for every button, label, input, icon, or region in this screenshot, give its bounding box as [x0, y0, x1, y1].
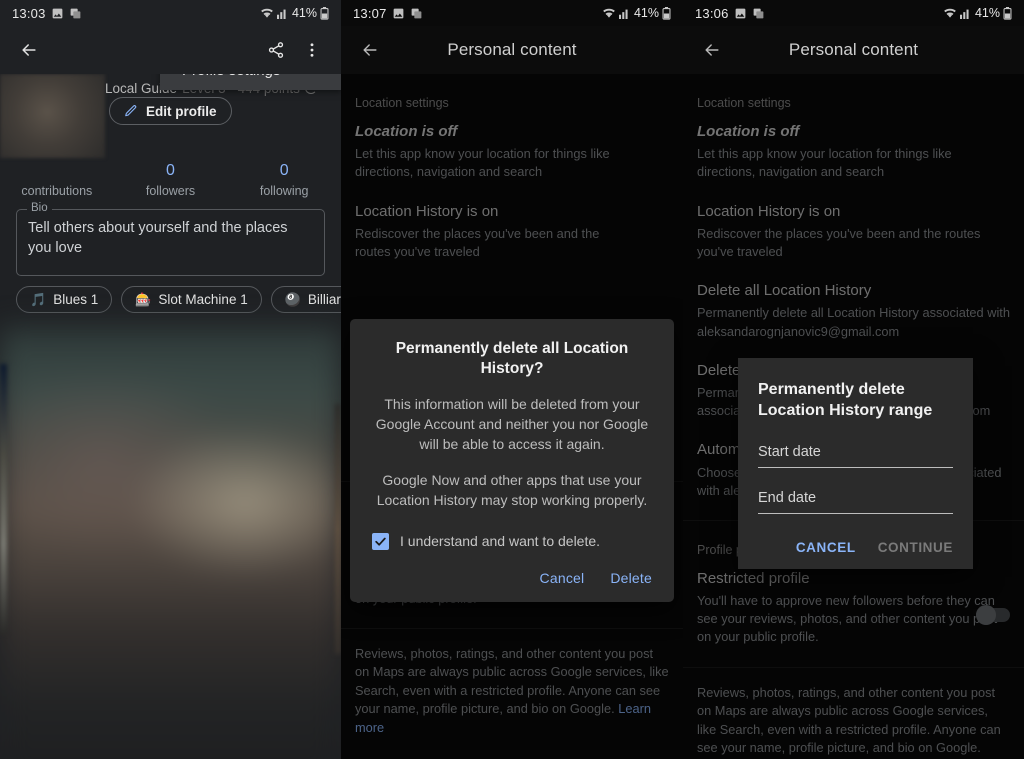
start-date-field[interactable]: Start date [758, 444, 953, 468]
chip-billiards-label: Billiards 1 [307, 292, 341, 307]
dialog-title: Permanently delete all Location History? [395, 340, 629, 378]
chip-billiards[interactable]: 🎱 Billiards 1 [270, 286, 341, 313]
settings-list: Location settings Location is off Let th… [683, 74, 1024, 759]
status-right: 41% [260, 6, 329, 20]
stat-contributions-value [0, 160, 114, 182]
signal-icon [959, 7, 972, 19]
page-title: Personal content [447, 40, 577, 59]
wifi-icon [943, 7, 957, 19]
app-bar-profile [0, 26, 341, 74]
status-left: 13:06 [695, 6, 765, 21]
start-date-label: Start date [758, 443, 821, 460]
back-arrow-icon[interactable] [695, 33, 729, 67]
multi-window-icon [410, 7, 423, 20]
bio-field[interactable]: Bio Tell others about yourself and the p… [16, 202, 325, 276]
app-bar-personal-content: Personal content [341, 26, 683, 74]
stat-contributions-label: contributions [21, 184, 93, 198]
chip-slot-machine-label: Slot Machine 1 [158, 292, 248, 307]
status-left: 13:03 [12, 6, 82, 21]
battery-icon [320, 6, 329, 20]
more-vert-icon[interactable] [295, 33, 329, 67]
chip-blues-label: Blues 1 [53, 292, 99, 307]
delete-location-history-range-dialog: Permanently delete Location History rang… [738, 358, 973, 569]
slot-machine-icon: 🎰 [135, 292, 152, 307]
pencil-icon [124, 104, 138, 118]
back-arrow-icon[interactable] [12, 33, 46, 67]
status-bar: 13:03 41% [0, 0, 341, 26]
cancel-button[interactable]: CANCEL [796, 540, 856, 555]
edit-profile-button[interactable]: Edit profile [109, 97, 232, 125]
music-note-icon: 🎵 [30, 292, 47, 307]
page-title: Personal content [788, 40, 919, 59]
multi-window-icon [752, 7, 765, 20]
dialog-title: Permanently delete Location History rang… [758, 381, 933, 419]
billiard-ball-icon: 🎱 [284, 292, 301, 307]
edit-profile-label: Edit profile [146, 103, 217, 119]
battery-icon [1003, 6, 1012, 20]
stat-following-value: 0 [279, 162, 289, 179]
chip-slot-machine[interactable]: 🎰 Slot Machine 1 [121, 286, 262, 313]
delete-all-location-history-dialog: Permanently delete all Location History?… [350, 319, 674, 602]
delete-button[interactable]: Delete [610, 570, 652, 586]
dialog-confirm-checkbox-row[interactable]: I understand and want to delete. [372, 532, 652, 550]
panel-delete-all-location-history: 13:07 41% Personal content Location sett… [341, 0, 683, 759]
status-bar: 13:06 41% [683, 0, 1024, 26]
cancel-button[interactable]: Cancel [540, 570, 585, 586]
settings-list: Location settings Location is off Let th… [341, 74, 683, 759]
back-arrow-icon[interactable] [353, 33, 387, 67]
battery-percent: 41% [633, 6, 659, 20]
stat-following[interactable]: 0 following [227, 160, 341, 198]
signal-icon [276, 7, 289, 19]
image-icon [51, 7, 64, 20]
wifi-icon [260, 7, 274, 19]
dialog-actions: CANCEL CONTINUE [758, 540, 953, 555]
app-bar-personal-content: Personal content [683, 26, 1024, 74]
signal-icon [618, 7, 631, 19]
stat-followers-value: 0 [166, 162, 175, 179]
stat-followers[interactable]: 0 followers [114, 160, 228, 198]
stat-contributions[interactable]: contributions [0, 160, 114, 198]
profile-stats: contributions 0 followers 0 following [0, 160, 341, 198]
checkbox-label: I understand and want to delete. [400, 533, 601, 550]
bio-legend: Bio [27, 202, 52, 214]
profile-cover-photo[interactable] [0, 328, 341, 759]
battery-icon [662, 6, 671, 20]
multi-window-icon [69, 7, 82, 20]
wifi-icon [602, 7, 616, 19]
status-right: 41% [943, 6, 1012, 20]
dialog-actions: Cancel Delete [372, 570, 652, 592]
image-icon [392, 7, 405, 20]
dialog-paragraph-1: This information will be deleted from yo… [375, 396, 649, 453]
end-date-label: End date [758, 489, 817, 506]
bio-placeholder: Tell others about yourself and the place… [28, 220, 288, 256]
app-bar-actions [259, 33, 329, 67]
panel-profile: 13:03 41% Local Guide Edit profile contr… [0, 0, 341, 759]
battery-percent: 41% [974, 6, 1000, 20]
end-date-field[interactable]: End date [758, 490, 953, 514]
photo-edge-left [0, 364, 7, 634]
interest-chips: 🎵 Blues 1 🎰 Slot Machine 1 🎱 Billiards 1 [16, 286, 341, 313]
status-left: 13:07 [353, 6, 423, 21]
status-time: 13:07 [353, 5, 387, 21]
panel-delete-location-history-range: 13:06 41% Personal content Location sett… [683, 0, 1024, 759]
stat-following-label: following [259, 184, 309, 198]
chip-blues[interactable]: 🎵 Blues 1 [16, 286, 113, 313]
status-time: 13:06 [695, 5, 729, 21]
screenshot-triptych: 13:03 41% Local Guide Edit profile contr… [0, 0, 1024, 759]
status-bar: 13:07 41% [341, 0, 683, 26]
share-icon[interactable] [259, 33, 293, 67]
stat-followers-label: followers [145, 184, 196, 198]
dialog-paragraph-2: Google Now and other apps that use your … [376, 471, 648, 508]
continue-button: CONTINUE [877, 539, 953, 555]
profile-body: Local Guide Level 3 · 444 points Profile… [0, 50, 341, 759]
battery-percent: 41% [291, 6, 317, 20]
image-icon [734, 7, 747, 20]
status-right: 41% [602, 6, 671, 20]
status-time: 13:03 [12, 5, 46, 21]
checkbox-checked-icon[interactable] [372, 532, 389, 550]
avatar[interactable] [0, 74, 105, 158]
